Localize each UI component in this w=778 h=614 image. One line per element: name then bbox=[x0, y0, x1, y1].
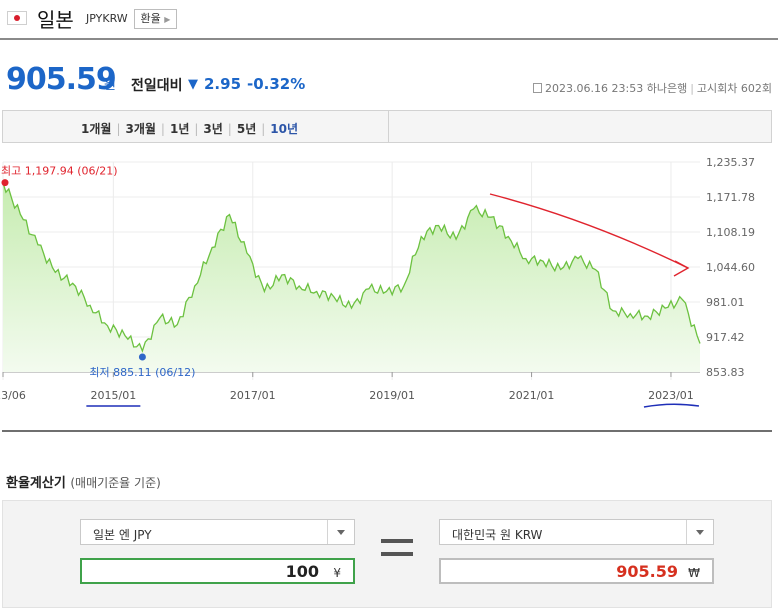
x-tick-label: 2019/01 bbox=[369, 389, 415, 402]
calculator-subtitle: (매매기준율 기준) bbox=[70, 476, 161, 490]
tabs-divider bbox=[388, 111, 389, 142]
japan-flag-icon bbox=[7, 11, 27, 25]
tab-1year[interactable]: 1년 bbox=[170, 122, 189, 136]
header-divider bbox=[0, 38, 778, 40]
equals-icon-bar bbox=[381, 552, 413, 556]
annotation-underline-2023 bbox=[643, 403, 700, 408]
from-amount-value: 100 bbox=[285, 562, 319, 581]
x-tick-label: 2015/01 bbox=[91, 389, 137, 402]
yen-symbol: ¥ bbox=[333, 566, 341, 580]
calculator-title-text: 환율계산기 bbox=[6, 476, 66, 491]
tab-3year[interactable]: 3년 bbox=[203, 122, 222, 136]
to-currency-value: 대한민국 원 KRW bbox=[452, 528, 543, 542]
tab-10year[interactable]: 10년 bbox=[270, 122, 298, 136]
tab-1month[interactable]: 1개월 bbox=[81, 122, 111, 136]
from-currency-select[interactable]: 일본 엔 JPY bbox=[80, 519, 355, 545]
bank-name: 하나은행 bbox=[646, 82, 688, 95]
currency-code: JPYKRW bbox=[86, 12, 128, 25]
country-name: 일본 bbox=[37, 8, 74, 32]
down-arrow-icon: ▼ bbox=[188, 77, 198, 92]
x-tick-label: 2023/01 bbox=[648, 389, 694, 402]
exchange-rate-button[interactable]: 환율 ▶ bbox=[134, 9, 177, 29]
quote-info: 2023.06.16 23:53 하나은행 | 고시회차 602회 bbox=[533, 80, 772, 96]
low-label: 최저 885.11 (06/12) bbox=[89, 366, 195, 379]
from-amount-input[interactable]: 100 ¥ bbox=[80, 558, 355, 584]
quote-datetime: 2023.06.16 23:53 bbox=[545, 82, 644, 95]
y-tick-label: 917.42 bbox=[706, 331, 745, 344]
to-amount-output[interactable]: 905.59 ₩ bbox=[439, 558, 714, 584]
current-rate: 905.59 bbox=[6, 62, 117, 97]
low-marker bbox=[138, 353, 146, 361]
tab-5year[interactable]: 5년 bbox=[237, 122, 256, 136]
y-tick-label: 1,044.60 bbox=[706, 261, 755, 274]
rate-chart: 1,235.37 1,171.78 1,108.19 1,044.60 981.01 91… bbox=[0, 156, 755, 408]
tab-3month[interactable]: 3개월 bbox=[125, 122, 155, 136]
won-symbol: ₩ bbox=[688, 566, 700, 580]
chevron-down-icon[interactable] bbox=[327, 520, 354, 544]
exchange-rate-button-label: 환율 bbox=[140, 12, 161, 25]
x-tick-label: 2013/06 bbox=[0, 389, 26, 402]
compare-label: 전일대비 bbox=[131, 78, 183, 94]
high-marker bbox=[1, 179, 9, 187]
x-tick-label: 2017/01 bbox=[230, 389, 276, 402]
x-tick-label: 2021/01 bbox=[509, 389, 555, 402]
section-divider bbox=[2, 430, 772, 432]
high-label: 최고 1,197.94 (06/21) bbox=[1, 165, 118, 178]
flag-sun bbox=[14, 15, 20, 21]
area-fill bbox=[3, 182, 700, 372]
chevron-down-icon[interactable] bbox=[686, 520, 713, 544]
annotation-arrowhead bbox=[673, 260, 690, 277]
rate-unit: 원 bbox=[104, 78, 116, 93]
period-tabs: 1개월 | 3개월 | 1년 | 3년 | 5년 | 10년 bbox=[2, 110, 772, 143]
y-tick-label: 1,108.19 bbox=[706, 226, 755, 239]
equals-icon bbox=[381, 539, 413, 543]
to-currency-select[interactable]: 대한민국 원 KRW bbox=[439, 519, 714, 545]
document-icon bbox=[533, 83, 543, 93]
period-tab-row: 1개월 | 3개월 | 1년 | 3년 | 5년 | 10년 bbox=[81, 122, 299, 136]
notice-round: 고시회차 602회 bbox=[696, 82, 772, 95]
y-tick-label: 1,235.37 bbox=[706, 156, 755, 169]
calculator-title: 환율계산기 (매매기준율 기준) bbox=[6, 472, 161, 491]
y-tick-label: 853.83 bbox=[706, 366, 745, 379]
to-amount-value: 905.59 bbox=[616, 562, 678, 581]
change-value: 2.95 bbox=[204, 75, 242, 93]
from-currency-value: 일본 엔 JPY bbox=[93, 528, 152, 542]
y-tick-label: 981.01 bbox=[706, 296, 745, 309]
y-tick-label: 1,171.78 bbox=[706, 191, 755, 204]
change-percent: -0.32% bbox=[247, 75, 306, 93]
chevron-right-icon: ▶ bbox=[164, 15, 171, 24]
